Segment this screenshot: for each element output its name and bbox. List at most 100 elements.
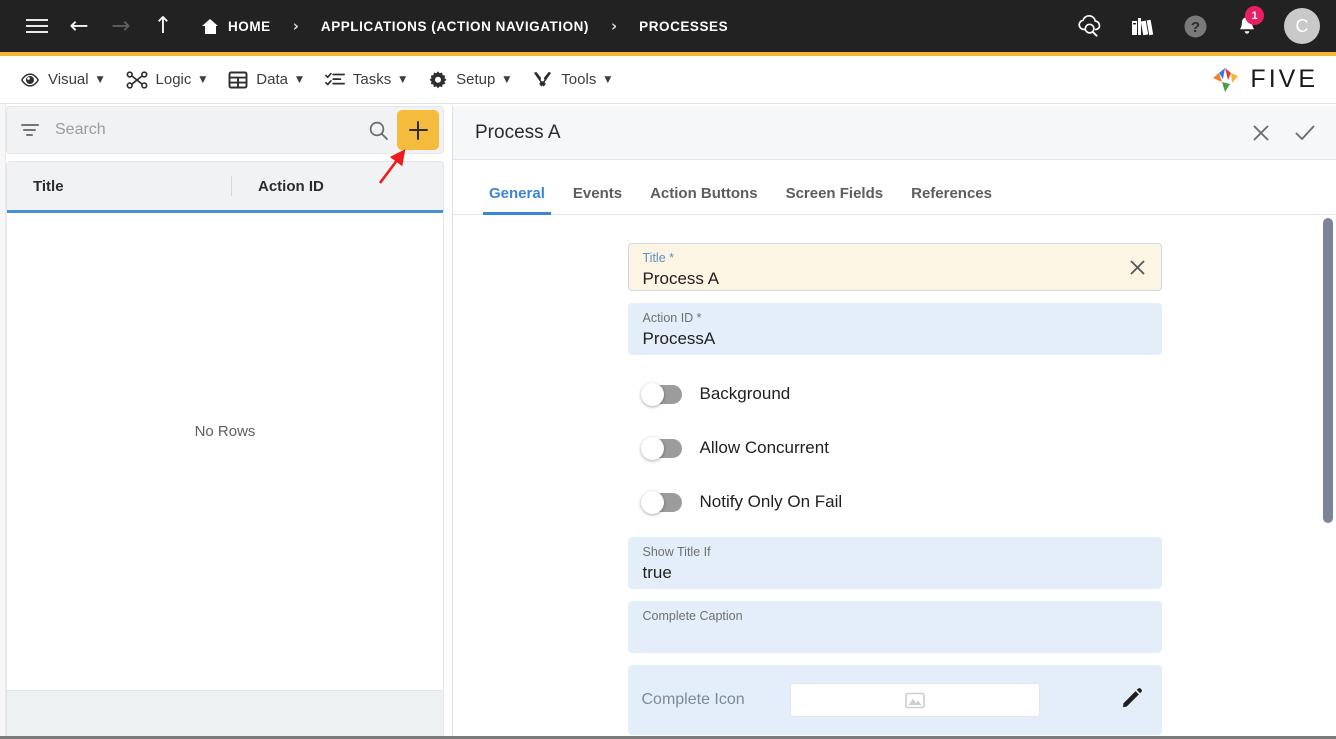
checklist-icon <box>324 72 345 85</box>
title-field-value: Process A <box>642 269 720 288</box>
breadcrumb: HOME › APPLICATIONS (ACTION NAVIGATION) … <box>202 17 728 35</box>
tab-references[interactable]: References <box>897 185 1006 214</box>
menu-label-tasks: Tasks <box>352 71 392 88</box>
up-arrow-icon[interactable]: ↑ <box>142 0 184 52</box>
form-scroll-area: Title * Process A Action ID * ProcessA B… <box>453 215 1336 739</box>
toggle-knob <box>640 490 664 514</box>
clear-glyph <box>1130 260 1145 274</box>
menu-item-setup[interactable]: Setup ▼ <box>428 70 510 90</box>
show-title-if-field-label: Show Title If <box>642 545 711 559</box>
detail-panel-actions <box>1248 120 1318 146</box>
application-menu-bar: Visual ▼ Logic ▼ Data ▼ Tasks ▼ Setup ▼ … <box>0 56 1336 104</box>
action-id-field[interactable]: Action ID * ProcessA <box>627 303 1162 355</box>
menu-label-data: Data <box>256 71 288 88</box>
cloud-search-glyph <box>1078 14 1101 37</box>
tab-action-buttons[interactable]: Action Buttons <box>636 185 771 214</box>
clear-icon[interactable] <box>1127 256 1149 278</box>
toggle-knob <box>640 436 664 460</box>
search-bar <box>6 106 444 154</box>
breadcrumb-separator-1: › <box>292 17 299 35</box>
grid-column-header-action-id[interactable]: Action ID <box>232 178 324 195</box>
complete-caption-field-label: Complete Caption <box>642 609 743 623</box>
menu-label-setup: Setup <box>456 71 496 88</box>
menu-item-visual[interactable]: Visual ▼ <box>20 70 104 90</box>
table-icon <box>228 71 248 88</box>
five-wordmark: FIVE <box>1250 65 1318 93</box>
search-icon[interactable] <box>361 120 395 141</box>
background-toggle[interactable] <box>640 382 682 406</box>
action-id-field-label: Action ID * <box>642 311 702 325</box>
tab-events[interactable]: Events <box>559 185 636 214</box>
add-button[interactable] <box>397 110 439 150</box>
grid-column-header-title[interactable]: Title <box>7 178 232 195</box>
toggle-row-notify-only-on-fail: Notify Only On Fail <box>628 475 1162 529</box>
chevron-down-icon: ▼ <box>399 74 407 85</box>
search-input[interactable] <box>55 121 361 139</box>
back-arrow-icon[interactable]: ← <box>58 0 100 52</box>
close-icon[interactable] <box>1248 120 1274 146</box>
menu-item-tasks[interactable]: Tasks ▼ <box>324 70 407 90</box>
chevron-down-icon: ▼ <box>199 74 207 85</box>
pencil-glyph <box>1122 687 1142 707</box>
tab-general[interactable]: General <box>475 185 559 215</box>
action-id-field-value: ProcessA <box>642 329 716 348</box>
complete-icon-field-label: Complete Icon <box>641 691 745 708</box>
form-scrollbar-thumb[interactable] <box>1323 218 1333 523</box>
detail-panel: Process A General Events Action Buttons … <box>452 106 1336 739</box>
breadcrumb-item-applications[interactable]: APPLICATIONS (ACTION NAVIGATION) <box>321 19 589 34</box>
grid-header-row: Title Action ID <box>7 162 443 213</box>
logic-nodes-icon <box>126 70 147 89</box>
breadcrumb-separator-2: › <box>610 17 618 35</box>
chevron-down-icon: ▼ <box>604 74 612 85</box>
menu-item-logic[interactable]: Logic ▼ <box>126 70 207 90</box>
breadcrumb-item-processes[interactable]: PROCESSES <box>639 19 728 34</box>
grid-footer <box>7 690 443 738</box>
plus-icon <box>408 120 428 140</box>
menu-item-data[interactable]: Data ▼ <box>228 70 303 90</box>
complete-icon-field[interactable]: Complete Icon <box>627 665 1162 735</box>
page-title: Process A <box>475 121 561 143</box>
complete-caption-field[interactable]: Complete Caption <box>627 601 1162 653</box>
notification-badge: 1 <box>1245 6 1264 25</box>
help-glyph: ? <box>1184 15 1206 37</box>
pencil-icon[interactable] <box>1120 686 1144 715</box>
menu-item-tools[interactable]: Tools ▼ <box>532 70 611 90</box>
five-pinwheel-icon <box>1213 67 1239 92</box>
confirm-check-icon[interactable] <box>1292 120 1318 146</box>
toggle-row-background: Background <box>628 367 1162 421</box>
tab-bar: General Events Action Buttons Screen Fie… <box>453 160 1336 215</box>
filter-icon[interactable] <box>21 124 41 136</box>
form-scrollbar[interactable] <box>1323 218 1333 739</box>
tab-screen-fields[interactable]: Screen Fields <box>772 185 898 214</box>
breadcrumb-label-home: HOME <box>228 18 271 34</box>
avatar[interactable]: C <box>1284 8 1320 44</box>
menu-icon[interactable] <box>16 0 58 52</box>
breadcrumb-item-home[interactable]: HOME <box>202 18 271 34</box>
check-glyph <box>1295 125 1315 140</box>
svg-text:?: ? <box>1190 19 1199 36</box>
cloud-search-icon[interactable] <box>1068 0 1114 52</box>
help-icon[interactable]: ? <box>1172 0 1218 52</box>
breadcrumb-label-applications: APPLICATIONS (ACTION NAVIGATION) <box>320 18 589 34</box>
general-form: Title * Process A Action ID * ProcessA B… <box>453 215 1336 735</box>
show-title-if-field[interactable]: Show Title If true <box>627 537 1162 589</box>
back-arrow-glyph: ← <box>69 12 89 39</box>
chevron-down-icon: ▼ <box>295 74 303 85</box>
menu-label-tools: Tools <box>561 71 597 88</box>
five-brand-logo[interactable]: FIVE <box>1209 64 1318 96</box>
books-icon[interactable] <box>1120 0 1166 52</box>
forward-arrow-glyph: → <box>111 12 131 39</box>
notify-only-on-fail-toggle[interactable] <box>640 490 682 514</box>
toggle-row-allow-concurrent: Allow Concurrent <box>628 421 1162 475</box>
notifications-bell-icon[interactable]: 1 <box>1224 0 1270 52</box>
top-navigation-bar: ← → ↑ HOME › APPLICATIONS (ACTION NAVIGA… <box>0 0 1336 52</box>
forward-arrow-icon[interactable]: → <box>100 0 142 52</box>
menu-label-logic: Logic <box>155 71 192 88</box>
magnifier-glyph <box>369 121 388 140</box>
gear-icon <box>429 70 447 88</box>
notify-only-on-fail-toggle-label: Notify Only On Fail <box>699 492 843 511</box>
title-field[interactable]: Title * Process A <box>627 243 1162 291</box>
allow-concurrent-toggle[interactable] <box>640 436 682 460</box>
left-list-panel: Title Action ID No Rows <box>6 106 444 739</box>
complete-icon-preview[interactable] <box>789 683 1040 717</box>
